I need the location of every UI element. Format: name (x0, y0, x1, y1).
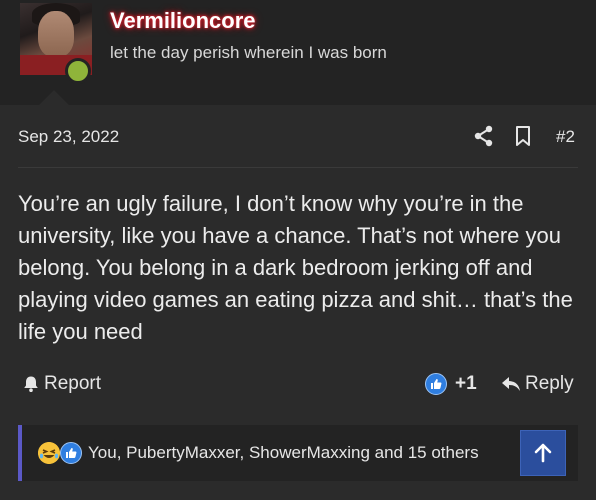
user-title: let the day perish wherein I was born (110, 43, 387, 62)
username-link[interactable]: Vermilioncore (110, 8, 256, 34)
like-count-value: +1 (455, 373, 477, 394)
arrow-up-icon (534, 443, 552, 463)
reply-button[interactable]: Reply (501, 373, 574, 395)
post-body: You’re an ugly failure, I don’t know why… (18, 191, 573, 344)
online-status-indicator (65, 58, 91, 84)
post-author-header: Vermilioncore let the day perish wherein… (0, 0, 596, 106)
bookmark-icon[interactable] (514, 125, 532, 147)
post-container: Sep 23, 2022 #2 You’re an ugly failure, … (0, 105, 596, 500)
haha-reaction-icon (38, 442, 60, 464)
share-icon[interactable] (474, 125, 494, 147)
reply-arrow-icon (502, 377, 520, 391)
reply-label: Reply (525, 373, 574, 394)
report-label: Report (44, 373, 102, 394)
bell-icon (24, 376, 38, 392)
reactions-summary[interactable]: You, PubertyMaxxer, ShowerMaxxing and 15… (88, 443, 479, 463)
report-button[interactable]: Report (22, 373, 101, 395)
avatar-face (38, 11, 74, 57)
thumbs-up-icon (425, 373, 447, 395)
like-reaction-icon (60, 442, 82, 464)
post-date[interactable]: Sep 23, 2022 (18, 127, 119, 147)
reactions-bar[interactable]: You, PubertyMaxxer, ShowerMaxxing and 15… (18, 425, 578, 481)
reaction-icons (38, 442, 86, 464)
like-count[interactable]: +1 (425, 373, 477, 395)
message-pointer (38, 90, 70, 106)
post-number-link[interactable]: #2 (556, 127, 575, 147)
scroll-to-top-button[interactable] (520, 430, 566, 476)
divider (18, 167, 578, 168)
